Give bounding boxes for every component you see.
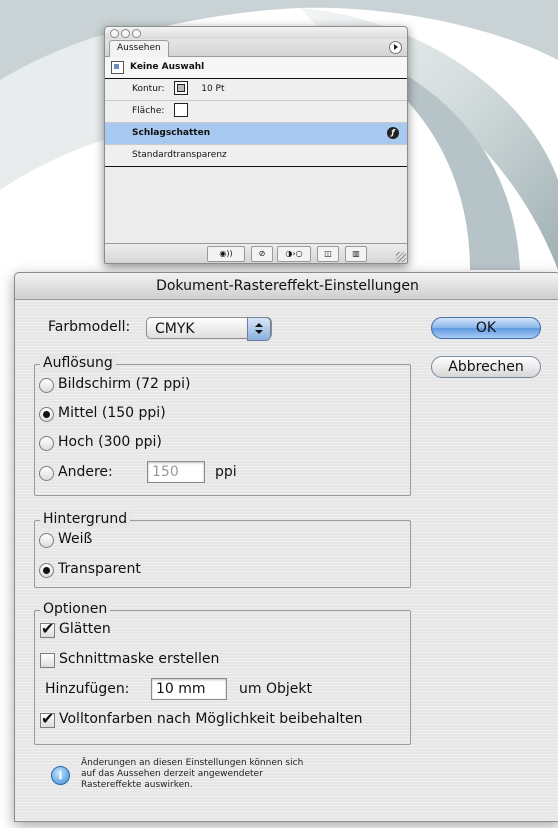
- resize-grip-icon[interactable]: [396, 252, 406, 262]
- add-around-label: Hinzufügen:: [45, 681, 130, 697]
- delete-item-icon[interactable]: ▥: [345, 246, 367, 262]
- background-group: Hintergrund Weiß Transparent: [34, 511, 411, 588]
- background-legend: Hintergrund: [40, 511, 131, 527]
- other-resolution-field[interactable]: 150: [147, 461, 205, 483]
- select-arrows-icon: [247, 317, 271, 341]
- radio-high-icon[interactable]: [39, 436, 54, 451]
- radio-other-label[interactable]: Andere:: [58, 464, 113, 480]
- stroke-swatch-icon[interactable]: [174, 80, 189, 95]
- stroke-weight-value: 10 Pt: [201, 84, 225, 94]
- fx-icon[interactable]: ƒ: [387, 127, 399, 139]
- color-model-value: CMYK: [155, 321, 195, 337]
- radio-high-label[interactable]: Hoch (300 ppi): [58, 434, 162, 450]
- window-controls: [110, 29, 141, 38]
- options-legend: Optionen: [40, 601, 111, 617]
- radio-other-icon[interactable]: [39, 466, 54, 481]
- panel-footer: ◉)) ⊘ ◑›○ ◫ ▥: [105, 243, 407, 263]
- info-note: Änderungen an diesen Einstellungen könne…: [81, 758, 371, 791]
- default-transparency-label: Standardtransparenz: [132, 150, 227, 160]
- reduce-to-basic-icon[interactable]: ◑›○: [277, 246, 311, 262]
- close-window-button[interactable]: [110, 29, 119, 38]
- appearance-target-row[interactable]: Keine Auswahl: [105, 57, 407, 79]
- radio-white-icon[interactable]: [39, 533, 54, 548]
- antialias-label[interactable]: Glätten: [59, 621, 111, 637]
- info-icon: i: [51, 766, 70, 785]
- appearance-list: Keine Auswahl Kontur: 10 Pt Fläche: Schl…: [105, 57, 407, 167]
- resolution-legend: Auflösung: [40, 355, 116, 371]
- options-group: Optionen Glätten Schnittmaske erstellen …: [34, 601, 411, 745]
- add-around-suffix: um Objekt: [239, 681, 312, 697]
- radio-screen-icon[interactable]: [39, 378, 54, 393]
- appearance-row-default-transparency[interactable]: Standardtransparenz: [105, 145, 407, 167]
- radio-medium-label[interactable]: Mittel (150 ppi): [58, 405, 166, 421]
- color-model-select[interactable]: CMYK: [146, 317, 272, 341]
- radio-medium-icon[interactable]: [39, 407, 54, 422]
- clipping-mask-checkbox[interactable]: [40, 653, 55, 668]
- drop-shadow-label: Schlagschatten: [132, 128, 211, 138]
- panel-tab-row: Aussehen: [105, 39, 407, 57]
- resolution-group: Auflösung Bildschirm (72 ppi) Mittel (15…: [34, 355, 411, 496]
- info-note-line: Rastereffekte auswirken.: [81, 780, 193, 790]
- visibility-toggle-icon[interactable]: ◉)): [207, 246, 245, 262]
- target-object-icon: [111, 61, 124, 74]
- appearance-row-drop-shadow[interactable]: Schlagschatten ƒ: [105, 123, 407, 145]
- appearance-row-fill[interactable]: Fläche:: [105, 101, 407, 123]
- appearance-row-stroke[interactable]: Kontur: 10 Pt: [105, 79, 407, 101]
- panel-menu-icon[interactable]: [389, 41, 402, 54]
- target-label: Keine Auswahl: [130, 62, 205, 72]
- add-around-field[interactable]: 10 mm: [151, 678, 227, 700]
- duplicate-item-icon[interactable]: ◫: [317, 246, 339, 262]
- radio-transparent-icon[interactable]: [39, 563, 54, 578]
- raster-effect-settings-dialog: Dokument-Rastereffekt-Einstellungen Farb…: [14, 272, 558, 822]
- fill-label: Fläche:: [132, 106, 165, 116]
- minimize-window-button[interactable]: [121, 29, 130, 38]
- antialias-checkbox[interactable]: [40, 619, 55, 638]
- radio-screen-label[interactable]: Bildschirm (72 ppi): [58, 376, 190, 392]
- preserve-spot-label[interactable]: Volltonfarben nach Möglichkeit beibehalt…: [59, 711, 362, 727]
- tab-aussehen[interactable]: Aussehen: [109, 40, 169, 57]
- clear-appearance-icon[interactable]: ⊘: [251, 246, 273, 262]
- panel-titlebar[interactable]: [105, 27, 407, 39]
- stroke-label: Kontur:: [132, 84, 165, 94]
- radio-transparent-label[interactable]: Transparent: [58, 561, 141, 577]
- preserve-spot-checkbox[interactable]: [40, 709, 55, 728]
- radio-white-label[interactable]: Weiß: [58, 531, 92, 547]
- cancel-button[interactable]: Abbrechen: [431, 356, 541, 378]
- ok-button[interactable]: OK: [431, 317, 541, 339]
- dialog-title: Dokument-Rastereffekt-Einstellungen: [15, 273, 558, 300]
- appearance-panel: Aussehen Keine Auswahl Kontur: 10 Pt Flä…: [104, 26, 408, 264]
- other-resolution-unit: ppi: [215, 464, 237, 480]
- fill-swatch-icon[interactable]: [174, 102, 189, 117]
- info-note-line: Änderungen an diesen Einstellungen könne…: [81, 758, 304, 768]
- appearance-list-empty-area: [105, 177, 407, 244]
- clipping-mask-label[interactable]: Schnittmaske erstellen: [59, 651, 219, 667]
- color-model-label: Farbmodell:: [48, 319, 131, 335]
- info-note-line: auf das Aussehen derzeit angewendeter: [81, 769, 263, 779]
- zoom-window-button[interactable]: [132, 29, 141, 38]
